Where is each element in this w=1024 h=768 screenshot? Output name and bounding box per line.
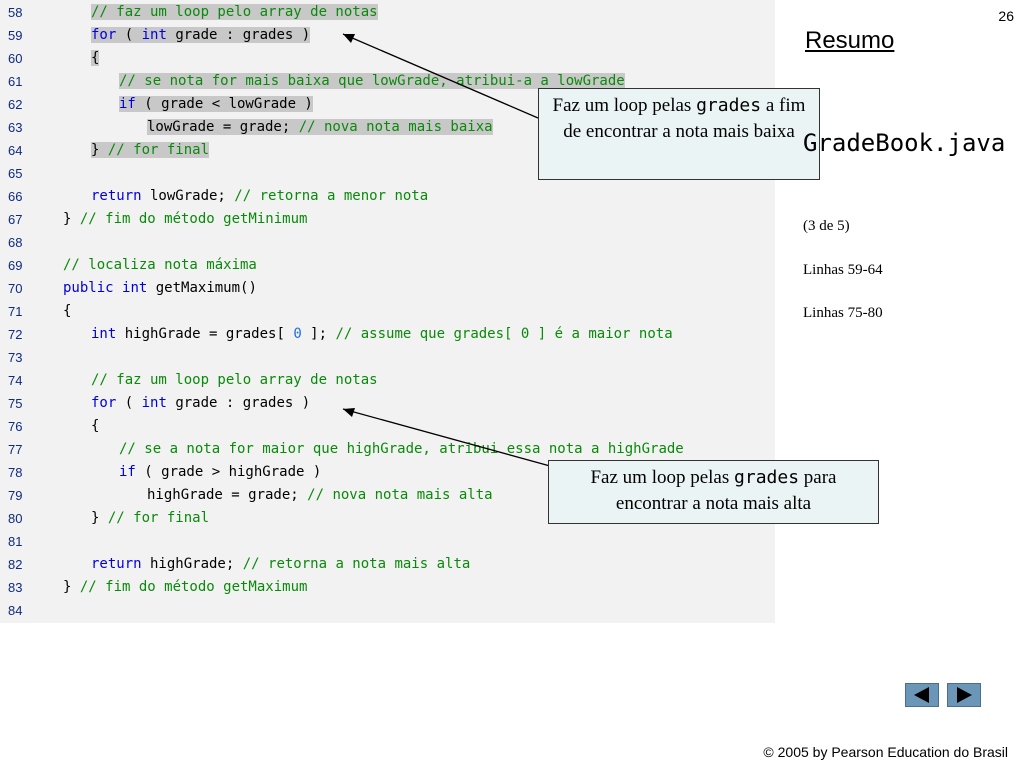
- lines-reference-2: Linhas 75-80: [803, 305, 883, 321]
- triangle-left-icon: [914, 687, 929, 703]
- source-filename: GradeBook.java: [803, 129, 1006, 157]
- callout-min-code: grades: [696, 95, 762, 116]
- copyright-footer: © 2005 by Pearson Education do Brasil: [763, 744, 1008, 760]
- callout-max-code: grades: [734, 467, 800, 488]
- callout-maximum: Faz um loop pelas grades para encontrar …: [548, 460, 879, 524]
- prev-slide-button[interactable]: [905, 683, 939, 707]
- slide-number: 26: [998, 8, 1014, 24]
- part-indicator: (3 de 5): [803, 218, 850, 234]
- summary-title: Resumo: [805, 27, 895, 54]
- arrow-max-head: [343, 408, 355, 417]
- callout-arrows: [342, 33, 551, 467]
- callout-max-text-1: Faz um loop pelas: [590, 467, 735, 488]
- triangle-right-icon: [957, 687, 972, 703]
- arrow-max-line: [342, 408, 551, 467]
- callout-minimum: Faz um loop pelas grades a fim de encont…: [538, 88, 820, 180]
- arrow-min-line: [342, 33, 539, 119]
- callout-min-text-1: Faz um loop pelas: [552, 95, 697, 116]
- lines-reference-1: Linhas 59-64: [803, 262, 883, 278]
- next-slide-button[interactable]: [947, 683, 981, 707]
